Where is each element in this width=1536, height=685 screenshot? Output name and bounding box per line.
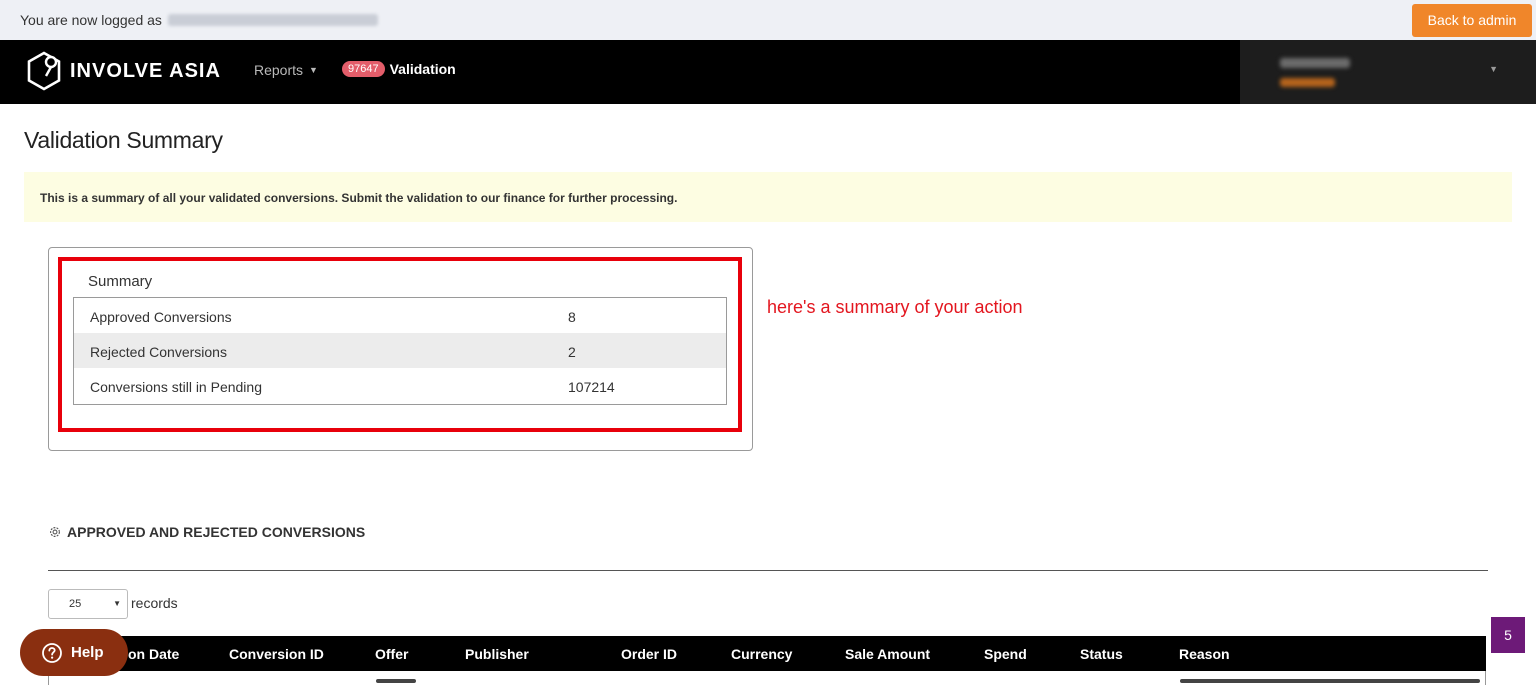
conversions-section-label: APPROVED AND REJECTED CONVERSIONS xyxy=(67,524,366,540)
page-title: Validation Summary xyxy=(24,127,223,153)
summary-row-value: 2 xyxy=(568,344,576,360)
annotation-text: here's a summary of your action xyxy=(767,297,1023,317)
column-header-reason[interactable]: Reason xyxy=(1179,646,1230,662)
records-label: records xyxy=(131,595,178,611)
records-per-page-select[interactable]: 25 ▼ xyxy=(48,589,128,619)
redacted-user-role xyxy=(1280,78,1335,87)
info-alert: This is a summary of all your validated … xyxy=(24,172,1512,222)
column-header-conversion-id[interactable]: Conversion ID xyxy=(229,646,324,662)
conversions-table-header: on Date Conversion ID Offer Publisher Or… xyxy=(48,636,1486,671)
brand-name: INVOLVE ASIA xyxy=(70,59,221,82)
back-to-admin-button[interactable]: Back to admin xyxy=(1412,4,1532,37)
top-navbar: INVOLVE ASIA Reports ▼ 97647 Validation ▼ xyxy=(0,40,1536,104)
records-per-page-value: 25 xyxy=(69,598,82,610)
user-menu[interactable]: ▼ xyxy=(1240,40,1536,104)
conversions-table-body xyxy=(48,671,1486,685)
impersonation-text: You are now logged as xyxy=(20,12,378,28)
column-header-offer[interactable]: Offer xyxy=(375,646,408,662)
column-header-publisher[interactable]: Publisher xyxy=(465,646,529,662)
summary-row-value: 8 xyxy=(568,309,576,325)
summary-row-label: Approved Conversions xyxy=(90,309,232,325)
nav-validation[interactable]: 97647 Validation xyxy=(342,61,456,77)
conversions-section-title: APPROVED AND REJECTED CONVERSIONS xyxy=(48,524,365,540)
side-tab-counter[interactable]: 5 xyxy=(1491,617,1525,653)
summary-row: Approved Conversions 8 xyxy=(74,298,726,333)
gear-icon xyxy=(50,527,60,537)
caret-down-icon: ▼ xyxy=(1489,64,1498,74)
impersonation-label: You are now logged as xyxy=(20,12,162,28)
summary-row: Rejected Conversions 2 xyxy=(74,333,726,368)
summary-row-value: 107214 xyxy=(568,379,615,395)
redacted-user-name xyxy=(1280,58,1350,68)
cut-off-cell-text xyxy=(376,679,416,683)
question-circle-icon xyxy=(42,642,62,663)
impersonation-bar: You are now logged as Back to admin xyxy=(0,0,1536,40)
column-header-status[interactable]: Status xyxy=(1080,646,1123,662)
help-label: Help xyxy=(71,644,104,661)
summary-row-label: Conversions still in Pending xyxy=(90,379,262,395)
hexagon-logo-icon xyxy=(27,51,61,91)
column-header-order-id[interactable]: Order ID xyxy=(621,646,677,662)
validation-count-badge: 97647 xyxy=(342,61,385,77)
brand-logo[interactable]: INVOLVE ASIA xyxy=(24,49,221,93)
column-header-currency[interactable]: Currency xyxy=(731,646,792,662)
caret-down-icon: ▼ xyxy=(113,599,121,608)
summary-row: Conversions still in Pending 107214 xyxy=(74,368,726,403)
column-header-sale-amount[interactable]: Sale Amount xyxy=(845,646,930,662)
column-header-spend[interactable]: Spend xyxy=(984,646,1027,662)
summary-row-label: Rejected Conversions xyxy=(90,344,227,360)
nav-reports-label: Reports xyxy=(254,62,304,78)
cut-off-cell-text xyxy=(1180,679,1480,683)
caret-down-icon: ▼ xyxy=(309,65,318,75)
summary-table: Approved Conversions 8 Rejected Conversi… xyxy=(73,297,727,405)
help-button[interactable]: Help xyxy=(20,629,128,676)
nav-validation-label: Validation xyxy=(389,61,456,77)
column-header-date[interactable]: on Date xyxy=(128,646,179,662)
nav-reports-menu[interactable]: Reports ▼ xyxy=(254,62,318,78)
info-alert-text: This is a summary of all your validated … xyxy=(40,191,678,205)
redacted-account-name xyxy=(167,14,378,26)
summary-title: Summary xyxy=(88,273,153,290)
section-divider xyxy=(48,570,1488,571)
